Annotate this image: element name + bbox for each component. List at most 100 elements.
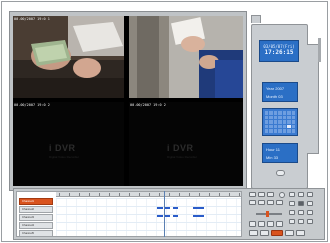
speed-slider-thumb[interactable]	[266, 211, 269, 217]
layout-9-button[interactable]	[267, 192, 274, 197]
camera-1-button[interactable]	[249, 200, 256, 205]
record-segment[interactable]	[157, 215, 163, 217]
layout-1-button[interactable]	[249, 192, 256, 197]
calendar-day[interactable]	[273, 120, 278, 124]
dvr-watermark-text: i DVR	[49, 143, 76, 153]
calendar-day[interactable]	[269, 111, 273, 115]
camera-1-timestamp: 00.00/2007 19:0 1	[14, 17, 50, 21]
calendar-day[interactable]	[282, 111, 287, 115]
ruler-tick	[79, 193, 80, 196]
layout-4-button[interactable]	[258, 192, 265, 197]
calendar-day[interactable]	[273, 115, 278, 120]
ruler-tick	[209, 193, 210, 196]
camera-3-button[interactable]	[267, 200, 274, 205]
calendar-day[interactable]	[282, 120, 287, 124]
ptz-preset-button[interactable]	[307, 219, 313, 224]
calendar-day[interactable]	[265, 124, 269, 129]
calendar-day[interactable]	[265, 120, 269, 124]
step-back-button[interactable]	[258, 221, 265, 227]
year-month-selector[interactable]: Year 2007 Month 03	[262, 82, 298, 102]
ptz-center-button[interactable]	[298, 201, 304, 206]
step-forward-button[interactable]	[276, 221, 283, 227]
fullscreen-button[interactable]	[307, 192, 313, 197]
calendar-grid[interactable]	[262, 108, 298, 136]
timeline-cursor[interactable]	[164, 191, 165, 237]
record-segment[interactable]	[193, 215, 204, 217]
record-segment[interactable]	[157, 207, 163, 209]
record-segment[interactable]	[173, 207, 178, 209]
hour-label: Hour	[266, 147, 275, 152]
play-button[interactable]	[267, 221, 274, 227]
calendar-day[interactable]	[282, 115, 287, 120]
calendar-day[interactable]	[287, 120, 291, 124]
backup-button[interactable]	[249, 230, 258, 236]
record-segment[interactable]	[173, 215, 178, 217]
ptz-left-button[interactable]	[289, 201, 295, 206]
timeline-grid[interactable]	[56, 198, 241, 236]
zoom-button[interactable]	[279, 192, 285, 198]
snapshot-button[interactable]	[298, 192, 304, 197]
calendar-day[interactable]	[273, 111, 278, 115]
timeline[interactable]: Channel1 Channel2 Channel3 Channel4 Channel5…	[16, 191, 242, 237]
dvr-watermark-sub: Digital Video Recorder	[167, 155, 197, 159]
ptz-right-button[interactable]	[307, 201, 313, 206]
timeline-channel[interactable]: Channel4	[19, 222, 53, 229]
speed-slider-track[interactable]	[256, 213, 282, 215]
calendar-day[interactable]	[269, 115, 273, 120]
record-segment[interactable]	[165, 207, 170, 209]
calendar-day-selected[interactable]	[287, 124, 291, 129]
calendar-day[interactable]	[273, 124, 278, 129]
calendar-day[interactable]	[269, 124, 273, 129]
camera-2-button[interactable]	[258, 200, 265, 205]
exit-button[interactable]	[296, 230, 305, 236]
calendar-day[interactable]	[291, 129, 295, 133]
calendar-day[interactable]	[265, 115, 269, 120]
calendar-day[interactable]	[291, 124, 295, 129]
timeline-channel[interactable]: Channel3	[19, 214, 53, 221]
calendar-day[interactable]	[287, 115, 291, 120]
setup-button[interactable]	[285, 230, 294, 236]
calendar-day[interactable]	[291, 120, 295, 124]
dvr-watermark-sub: Digital Video Recorder	[49, 155, 79, 159]
audio-button[interactable]	[289, 192, 295, 197]
ptz-zoom-button[interactable]	[307, 210, 313, 215]
calendar-day[interactable]	[278, 120, 282, 124]
hour-minute-selector[interactable]: Hour 11 Min 33	[262, 143, 298, 163]
record-segment[interactable]	[165, 215, 170, 217]
calendar-day[interactable]	[282, 129, 287, 133]
calendar-day[interactable]	[287, 129, 291, 133]
calendar-day[interactable]	[278, 124, 282, 129]
calendar-day[interactable]	[278, 129, 282, 133]
calendar-day[interactable]	[269, 120, 273, 124]
print-button[interactable]	[260, 230, 269, 236]
ptz-up-button[interactable]	[289, 210, 295, 215]
timeline-ruler[interactable]	[56, 192, 241, 197]
camera-view-1[interactable]: 00.00/2007 19:0 1	[13, 16, 124, 98]
stop-button[interactable]	[271, 230, 283, 236]
ptz-iris-button[interactable]	[298, 219, 304, 224]
rewind-button[interactable]	[249, 221, 256, 227]
camera-4-button[interactable]	[276, 200, 283, 205]
side-panel-knob[interactable]	[318, 38, 321, 62]
ptz-focus-button[interactable]	[289, 219, 295, 224]
camera-view-2[interactable]	[129, 16, 243, 98]
calendar-day[interactable]	[287, 111, 291, 115]
ruler-tick	[139, 193, 140, 196]
calendar-day[interactable]	[269, 129, 273, 133]
calendar-day[interactable]	[291, 111, 295, 115]
ptz-down-button[interactable]	[298, 210, 304, 215]
timeline-channel[interactable]: Channel5	[19, 230, 53, 236]
calendar-day[interactable]	[282, 124, 287, 129]
calendar-day[interactable]	[291, 115, 295, 120]
record-segment[interactable]	[193, 207, 204, 209]
calendar-day[interactable]	[273, 129, 278, 133]
camera-view-4[interactable]: 00.00/2007 19:0 2 i DVR Digital Video Re…	[129, 102, 243, 186]
calendar-day[interactable]	[278, 115, 282, 120]
calendar-day[interactable]	[278, 111, 282, 115]
calendar-day[interactable]	[265, 129, 269, 133]
camera-view-3[interactable]: 00.00/2007 19:0 2 i DVR Digital Video Re…	[13, 102, 124, 186]
search-go-button[interactable]	[276, 170, 285, 176]
timeline-channel[interactable]: Channel2	[19, 206, 53, 213]
calendar-day[interactable]	[265, 111, 269, 115]
timeline-channel[interactable]: Channel1	[19, 198, 53, 205]
